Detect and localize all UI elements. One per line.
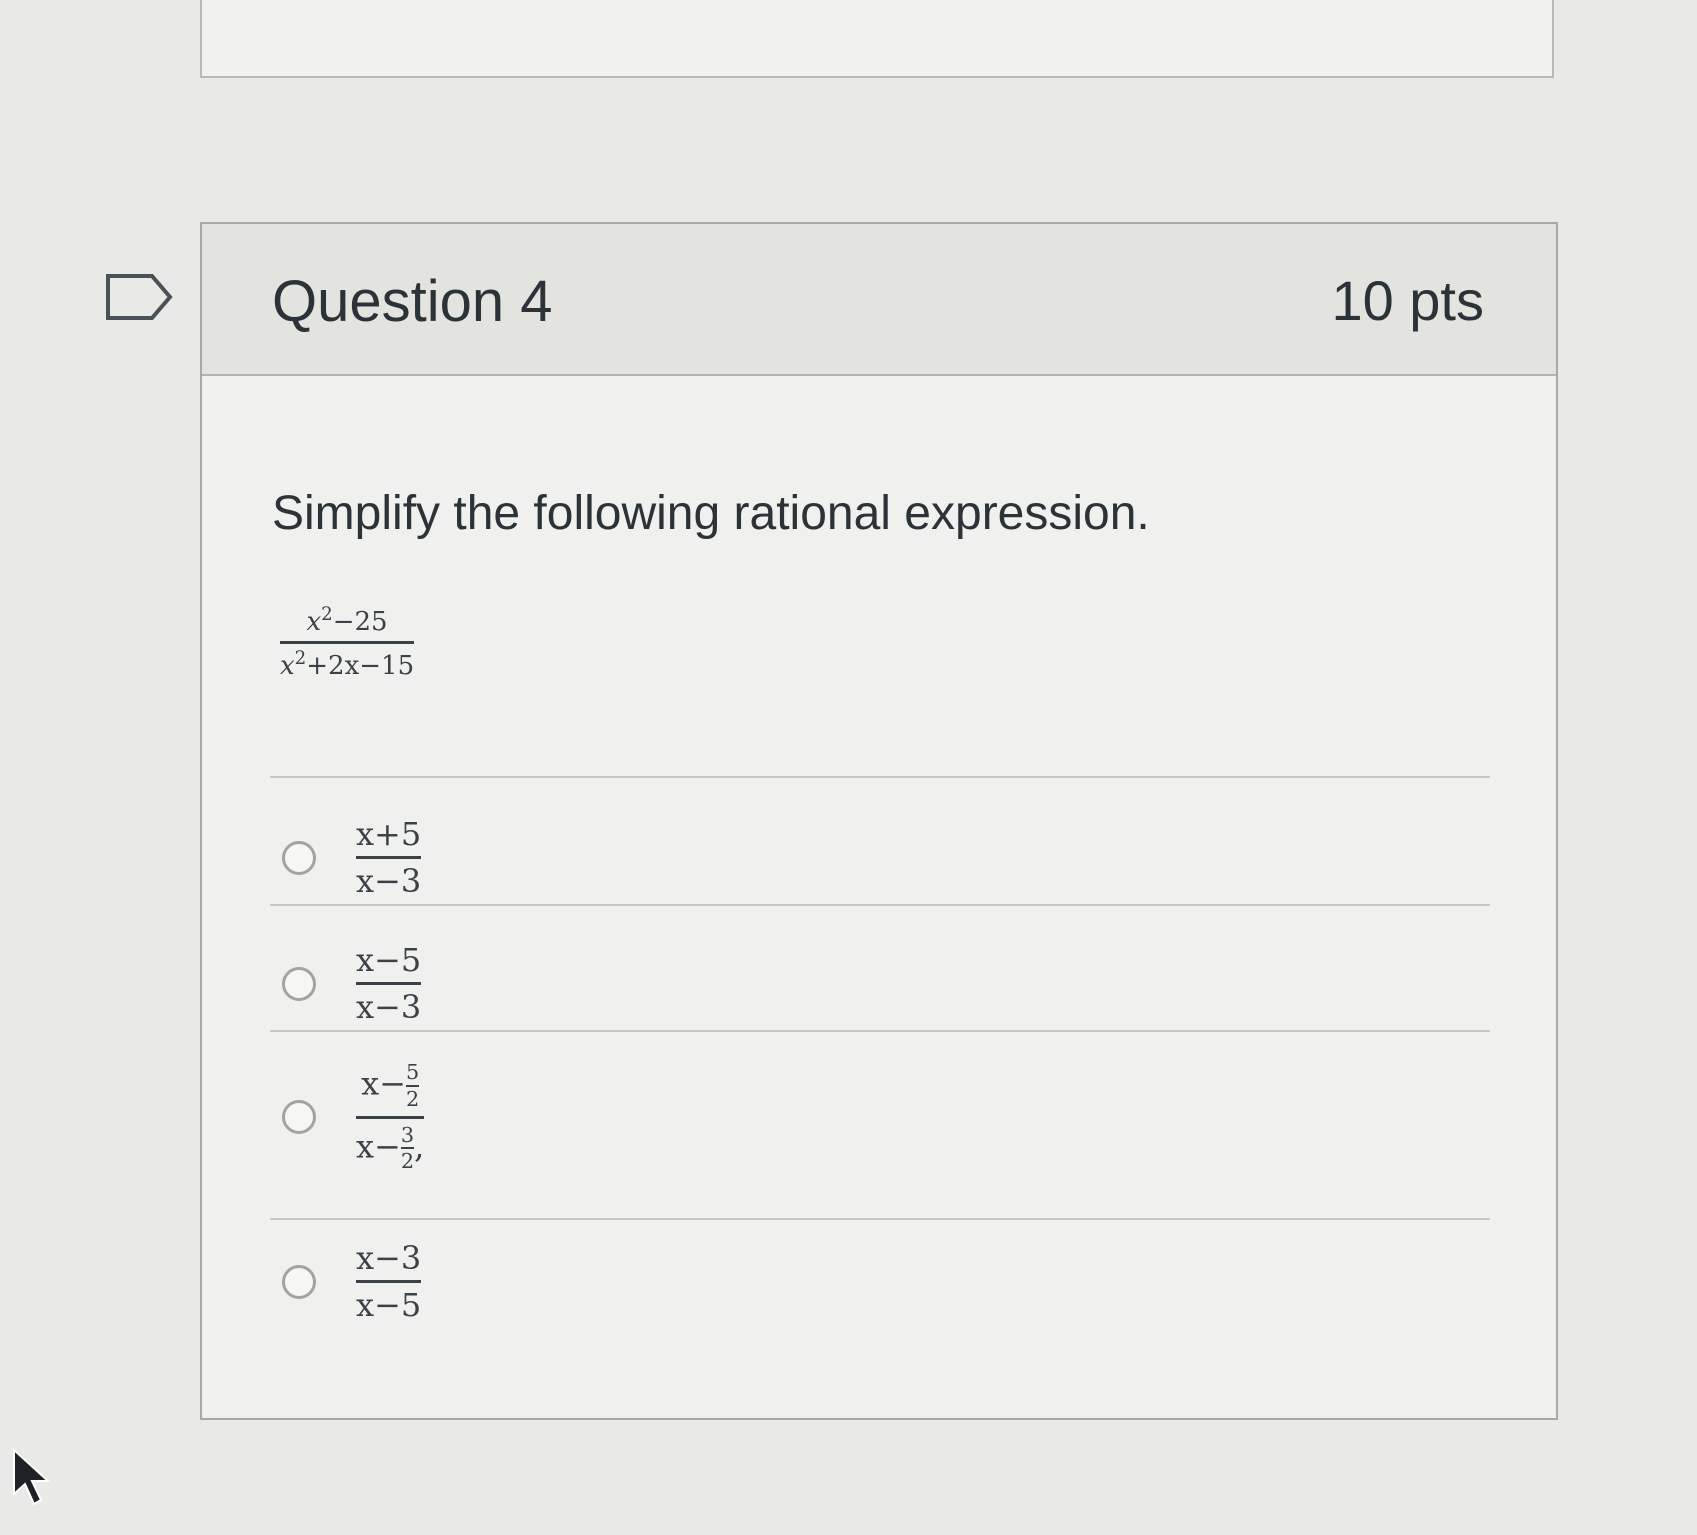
answer-denominator: x−3 xyxy=(356,862,422,900)
answer-option-3[interactable]: x− 5 2 x− 3 2, xyxy=(282,1060,425,1174)
answer-radio[interactable] xyxy=(282,1100,316,1135)
answer-fraction: x+5 x−3 xyxy=(356,815,422,900)
answer-trailing-comma: , xyxy=(414,1126,425,1165)
answer-fraction: x− 5 2 x− 3 2, xyxy=(356,1060,425,1174)
answer-option-4[interactable]: x−3 x−5 xyxy=(282,1239,422,1324)
question-title: Question 4 xyxy=(272,269,553,334)
answer-radio[interactable] xyxy=(282,1264,316,1299)
expression-denominator: x2+2x−15 xyxy=(280,648,415,681)
answer-numerator: x−3 xyxy=(356,1239,422,1277)
answer-radio[interactable] xyxy=(282,966,316,1001)
answer-divider xyxy=(270,904,1490,906)
answer-denominator: x−5 xyxy=(356,1286,422,1324)
answer-radio[interactable] xyxy=(282,840,316,875)
answer-fraction: x−3 x−5 xyxy=(356,1239,422,1324)
cursor-icon xyxy=(13,1448,51,1506)
answer-divider xyxy=(270,1218,1490,1220)
answer-divider xyxy=(270,776,1490,778)
previous-question-card xyxy=(200,0,1554,78)
answer-option-2[interactable]: x−5 x−3 xyxy=(282,941,422,1026)
question-expression: x2−25 x2+2x−15 xyxy=(280,604,415,681)
question-header: Question 4 10 pts xyxy=(202,224,1556,376)
question-prompt: Simplify the following rational expressi… xyxy=(272,487,1150,540)
answer-denominator: x− 3 2, xyxy=(356,1122,425,1174)
answer-fraction: x−5 x−3 xyxy=(356,941,422,1026)
answer-option-1[interactable]: x+5 x−3 xyxy=(282,815,422,900)
answer-numerator: x− 5 2 xyxy=(361,1060,420,1111)
answer-divider xyxy=(270,1030,1490,1032)
answer-denominator: x−3 xyxy=(356,988,422,1026)
question-card: Question 4 10 pts Simplify the following… xyxy=(200,222,1558,1420)
answer-numerator: x+5 xyxy=(356,815,422,853)
expression-numerator: x2−25 xyxy=(306,604,388,637)
question-points: 10 pts xyxy=(1331,269,1484,332)
expression-fraction: x2−25 x2+2x−15 xyxy=(280,604,415,681)
answer-numerator: x−5 xyxy=(356,941,422,979)
flag-icon[interactable] xyxy=(104,272,174,322)
